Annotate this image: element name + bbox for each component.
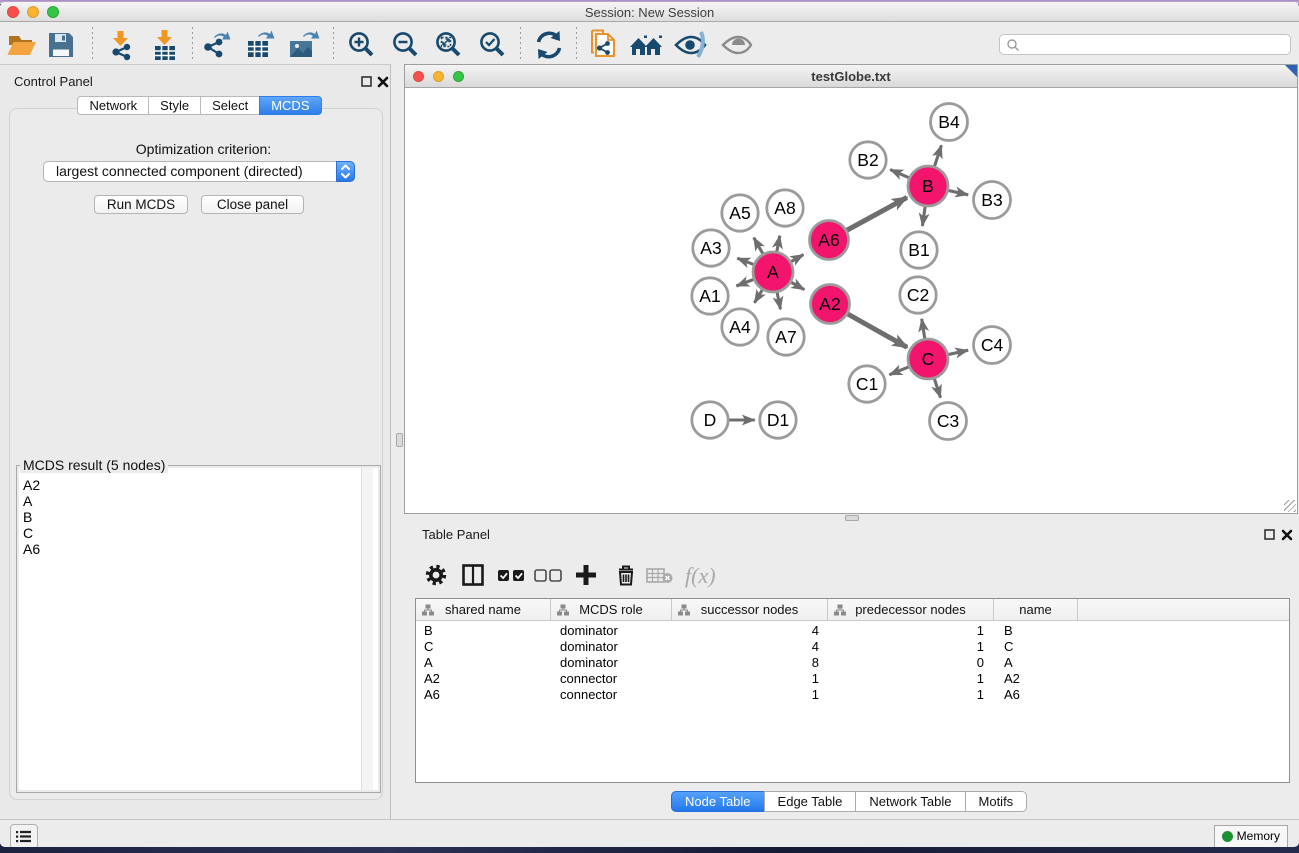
svg-text:A6: A6: [818, 230, 839, 250]
svg-text:C4: C4: [981, 335, 1004, 355]
svg-text:B1: B1: [908, 240, 929, 260]
svg-text:A7: A7: [775, 327, 796, 347]
svg-text:B4: B4: [938, 112, 960, 132]
svg-text:A5: A5: [729, 203, 750, 223]
svg-text:C2: C2: [907, 285, 929, 305]
svg-text:A: A: [767, 262, 779, 282]
svg-text:C: C: [922, 349, 935, 369]
svg-text:B2: B2: [857, 150, 878, 170]
svg-text:B: B: [922, 176, 934, 196]
svg-text:A3: A3: [700, 238, 721, 258]
svg-text:C3: C3: [937, 411, 959, 431]
svg-text:A1: A1: [699, 286, 720, 306]
svg-text:D: D: [704, 410, 717, 430]
svg-text:C1: C1: [856, 374, 878, 394]
svg-text:A8: A8: [774, 198, 795, 218]
svg-text:A2: A2: [819, 294, 840, 314]
svg-text:B3: B3: [981, 190, 1002, 210]
svg-text:D1: D1: [767, 410, 789, 430]
svg-text:A4: A4: [729, 317, 751, 337]
